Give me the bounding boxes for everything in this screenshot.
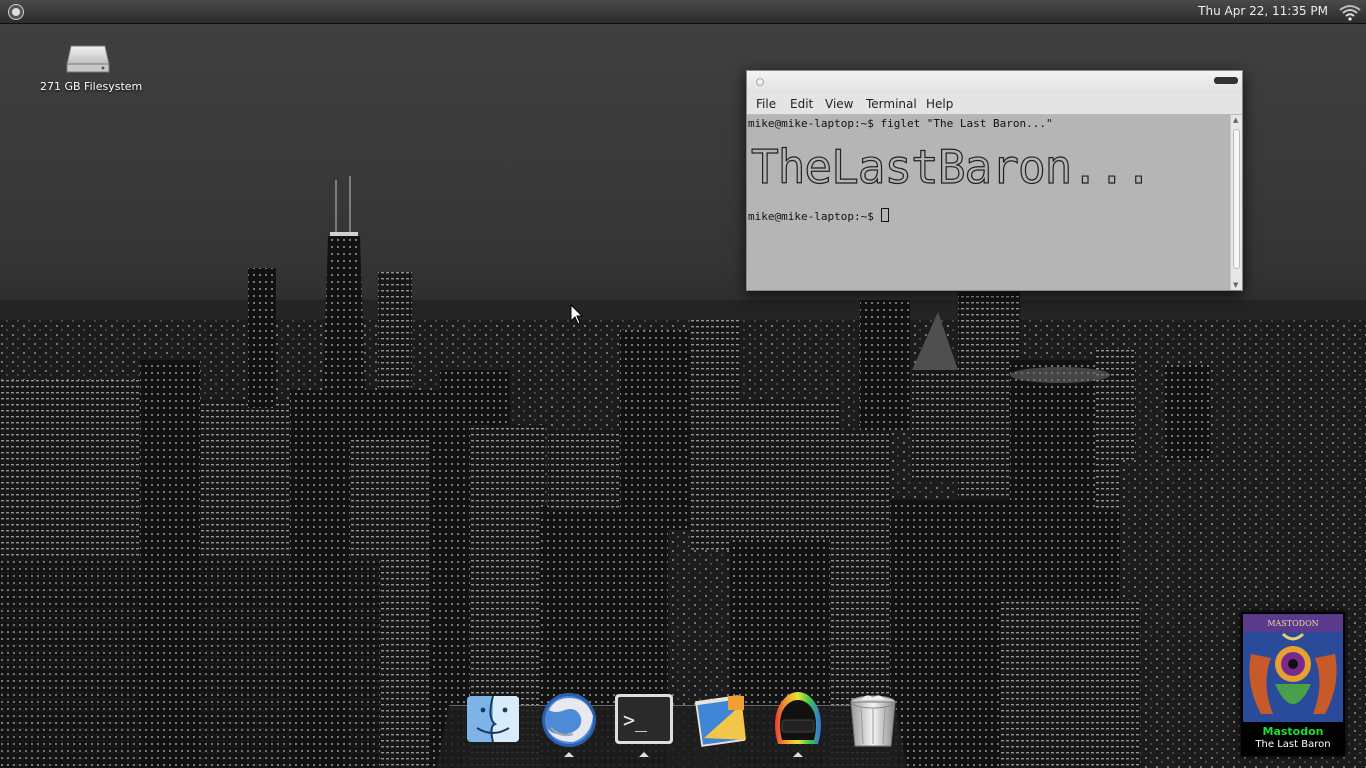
dock-terminal[interactable]: >_ (614, 690, 674, 750)
album-cover-image: MASTODON (1243, 614, 1343, 722)
menu-view[interactable]: View (825, 97, 853, 111)
wifi-icon[interactable] (1338, 3, 1362, 21)
desktop-icon-label: 271 GB Filesystem (40, 80, 143, 93)
menu-file[interactable]: File (756, 97, 776, 111)
firefox-icon (542, 693, 596, 747)
terminal-scrollbar[interactable]: ▲ ▼ (1230, 115, 1242, 290)
hard-drive-icon (66, 45, 110, 73)
finder-icon (467, 695, 519, 743)
terminal-icon: >_ (615, 694, 673, 744)
dock-mail[interactable] (692, 690, 752, 750)
dock-firefox[interactable] (539, 690, 599, 750)
system-menu-icon[interactable] (9, 5, 23, 19)
menu-terminal[interactable]: Terminal (866, 97, 917, 111)
scroll-down-icon[interactable]: ▼ (1233, 281, 1238, 289)
now-playing-track: The Last Baron (1255, 739, 1331, 750)
top-panel: Thu Apr 22, 11:35 PM (0, 0, 1366, 24)
dock-finder[interactable] (463, 690, 523, 750)
scroll-up-icon[interactable]: ▲ (1233, 116, 1238, 124)
window-titlebar[interactable] (747, 71, 1242, 93)
dock-trash[interactable] (843, 690, 903, 750)
text-cursor (881, 208, 890, 222)
prompt-text: mike@mike-laptop:~$ (748, 210, 881, 223)
menu-edit[interactable]: Edit (790, 97, 813, 111)
now-playing-artist: Mastodon (1262, 725, 1324, 738)
dock-music-player[interactable] (768, 690, 828, 750)
menu-help[interactable]: Help (926, 97, 953, 111)
terminal-content[interactable]: mike@mike-laptop:~$ figlet "The Last Bar… (747, 115, 1232, 290)
now-playing-widget[interactable]: MASTODON Mastodon The Last Baron (1241, 612, 1345, 756)
terminal-prompt-line: mike@mike-laptop:~$ (748, 208, 890, 223)
figlet-output: TheLastBaron... (750, 139, 1153, 194)
terminal-glyph: >_ (623, 708, 648, 732)
mouse-pointer-icon (570, 304, 584, 325)
music-player-icon (775, 692, 821, 744)
svg-text:MASTODON: MASTODON (1267, 619, 1318, 628)
close-icon[interactable] (756, 78, 764, 86)
terminal-menubar: File Edit View Terminal Help (747, 93, 1242, 115)
running-indicator-music (793, 752, 803, 757)
panel-clock[interactable]: Thu Apr 22, 11:35 PM (1198, 4, 1328, 18)
terminal-command-line: mike@mike-laptop:~$ figlet "The Last Bar… (748, 117, 1053, 130)
scrollbar-thumb[interactable] (1233, 129, 1240, 269)
trash-icon (850, 695, 896, 747)
mail-icon (695, 695, 746, 747)
desktop-icon-filesystem[interactable]: 271 GB Filesystem (40, 44, 143, 93)
running-indicator-terminal (639, 752, 649, 757)
terminal-window[interactable]: File Edit View Terminal Help mike@mike-l… (746, 70, 1243, 291)
running-indicator-firefox (564, 752, 574, 757)
window-controls-icon[interactable] (1214, 77, 1238, 84)
